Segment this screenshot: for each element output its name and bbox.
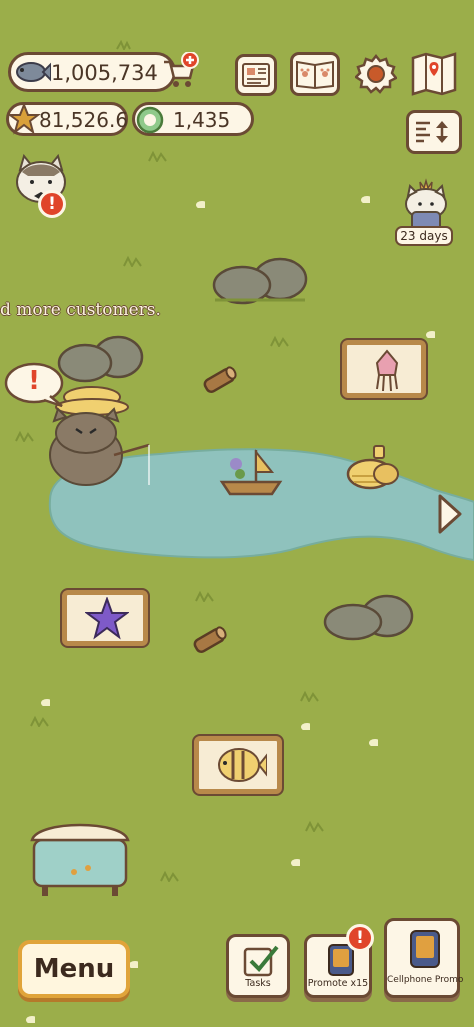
basket-decor[interactable] [344,444,404,496]
checkbox-icon [243,945,279,977]
boat-decor[interactable] [218,446,284,500]
alert-badge-text: ! [48,194,56,214]
shop-cart-button[interactable] [160,51,200,92]
cat-album-button[interactable] [290,52,340,96]
grass-tuft [195,590,214,602]
gem-icon [136,106,164,134]
aquarium-icon [30,823,130,896]
menu-button[interactable]: Menu [18,940,130,998]
starfish-icon [85,597,129,640]
tasks-label: Tasks [245,978,271,989]
promote-alert-text: ! [356,928,364,948]
promote-alert-badge: ! [346,924,374,952]
menu-button-label: Menu [33,954,115,984]
flower-decor [301,723,310,730]
paw-book-icon [296,60,334,90]
grass-tuft [305,820,324,832]
fish-currency-pill[interactable]: 1,005,734 [8,52,176,92]
gear-icon [355,53,397,94]
cart-plus-icon [164,51,199,87]
star-icon [7,102,41,135]
grass-tuft [116,40,131,50]
butterflyfish-icon [218,748,267,782]
cellphone-promo-button[interactable]: Cellphone Promo [384,918,464,998]
speech-bubble-alert[interactable]: ! [4,362,64,408]
rock-decor [57,335,144,383]
grass-tuft [160,870,179,882]
basket-icon [346,445,399,490]
next-area-button[interactable] [436,492,464,536]
sort-icon [416,121,448,143]
rock-decor [323,594,414,641]
news-button[interactable] [235,54,277,96]
star-count: 81,526.6 [39,108,129,132]
fish-icon [16,62,51,82]
rock-decor [212,257,308,305]
crown-cat-icon [405,178,447,231]
gem-currency-pill[interactable]: 1,435 [132,102,254,136]
newspaper-icon [242,63,270,87]
grass-tuft [270,335,289,347]
flower-decor [26,1016,35,1023]
event-king-cat[interactable] [398,178,454,232]
starfish-sign[interactable] [62,590,148,646]
grass-tuft [148,150,167,162]
map-icon [411,52,457,96]
squid-icon [375,349,399,392]
log-item[interactable] [188,622,230,660]
grass-tuft [15,430,34,442]
tasks-button[interactable]: Tasks [226,934,290,998]
sailboat-icon [219,449,283,496]
event-timer-text: 23 days [400,229,448,243]
speech-bubble-text: ! [28,366,40,396]
map-button[interactable] [410,52,458,96]
event-timer-badge: 23 days [395,226,453,246]
alert-badge[interactable]: ! [38,190,66,218]
cellphone-promo-label: Cellphone Promo [387,975,464,985]
grass-tuft [30,715,49,727]
log-item[interactable] [198,362,240,400]
scrolling-tip-text: d more customers. [0,300,161,320]
flower-decor [361,196,370,203]
arrow-right-icon [438,494,462,534]
settings-button[interactable] [354,52,398,96]
promote-label: Promote x15 [307,978,369,989]
flower-decor [196,201,205,208]
star-currency-pill[interactable]: 81,526.6 [6,102,128,136]
grass-tuft [123,255,142,267]
flower-decor [41,699,50,706]
flower-decor [369,739,378,746]
squid-sign[interactable] [342,340,426,398]
flower-decor [291,859,300,866]
phone-icon [410,930,440,968]
gem-count: 1,435 [173,108,231,132]
butterflyfish-sign[interactable] [194,736,282,794]
sort-toggle-button[interactable] [406,110,462,154]
aquarium-decor[interactable] [28,816,132,898]
fish-count: 1,005,734 [51,61,158,85]
grass-tuft [300,690,319,702]
flower-decor [426,331,435,338]
